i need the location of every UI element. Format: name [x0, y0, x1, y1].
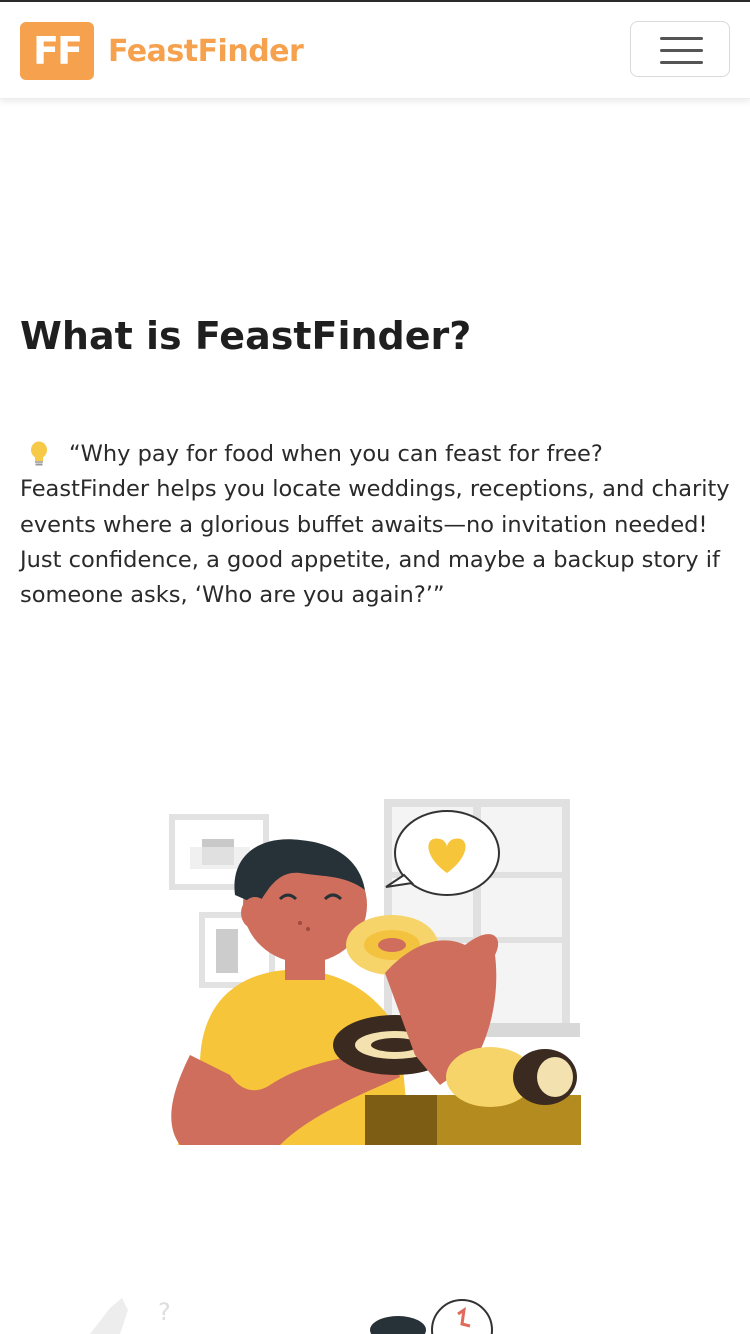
description-text: “Why pay for food when you can feast for…: [20, 441, 730, 609]
navbar: FF FeastFinder: [0, 2, 750, 99]
svg-text:?: ?: [158, 1298, 171, 1326]
hamburger-line: [660, 49, 703, 52]
brand-name: FeastFinder: [108, 33, 304, 69]
page-title: What is FeastFinder?: [20, 314, 472, 358]
partial-illustration: ?: [90, 1298, 493, 1334]
hamburger-line: [660, 61, 703, 64]
hamburger-menu-button[interactable]: [630, 21, 730, 77]
hamburger-menu-icon: [660, 37, 703, 40]
brand-logo-link[interactable]: FF FeastFinder: [20, 21, 304, 81]
person-eating-donuts-illustration: [169, 799, 581, 1145]
brand-logo-mark: FF: [20, 22, 94, 80]
